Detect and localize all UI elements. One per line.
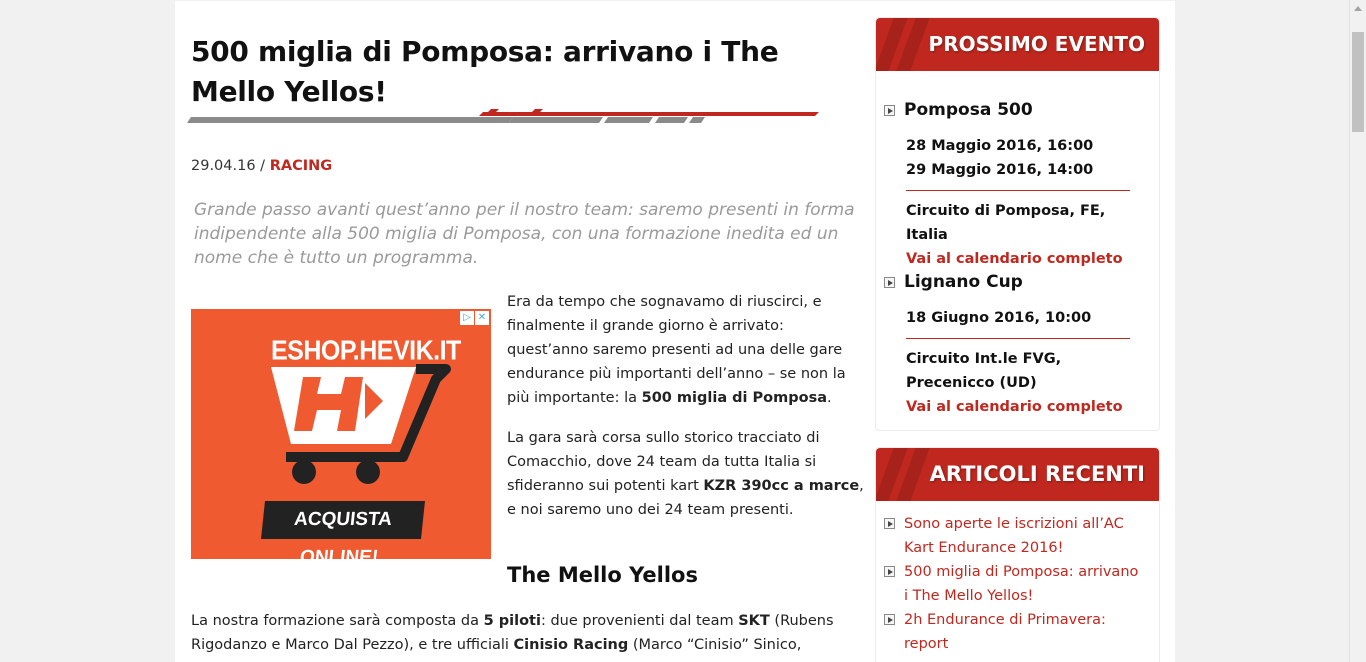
paragraph-1-end: . [827,390,832,406]
ad-cta-button[interactable]: ACQUISTA ONLINE! [261,501,425,559]
next-event-widget: PROSSIMO EVENTO Pomposa 500 28 Maggio 20… [875,17,1160,431]
paragraph-3-text-a: La nostra formazione sarà composta da [191,613,484,629]
recent-articles-list: Sono aperte le iscrizioni all’AC Kart En… [884,512,1144,656]
play-arrow-icon [884,104,895,116]
paragraph-2: La gara sarà corsa sullo storico traccia… [507,426,867,522]
paragraph-3-bold-a: 5 piloti [483,613,541,629]
recent-articles-widget: ARTICOLI RECENTI Sono aperte le iscrizio… [875,447,1160,662]
paragraph-3-text-b: : due provenienti dal team [540,613,739,629]
event-title[interactable]: Pomposa 500 [884,100,1144,120]
divider [906,190,1130,191]
recent-article-link[interactable]: 2h Endurance di Primavera: report [904,608,1139,656]
article-date: 29.04.16 [191,158,256,174]
next-event-header: PROSSIMO EVENTO [876,18,1159,71]
list-item: 2h Endurance di Primavera: report [884,608,1144,656]
paragraph-3-bold-b: SKT [738,613,770,629]
list-item: 500 miglia di Pomposa: arrivano i The Me… [884,560,1144,608]
section-heading: The Mello Yellos [507,563,698,587]
play-arrow-icon [884,276,895,288]
event-dates: 28 Maggio 2016, 16:00 29 Maggio 2016, 14… [906,134,1144,182]
scrollbar-thumb[interactable] [1352,32,1364,132]
event-name[interactable]: Lignano Cup [904,272,1023,292]
event-date: 18 Giugno 2016, 10:00 [906,310,1092,326]
event-name[interactable]: Pomposa 500 [904,100,1033,120]
list-item: Sono aperte le iscrizioni all’AC Kart En… [884,512,1144,560]
title-underline-decoration [187,109,819,123]
article-lead: Grande passo avanti quest’anno per il no… [194,200,855,268]
play-arrow-icon [884,518,895,529]
scroll-up-arrow-icon[interactable] [1354,6,1362,11]
recent-articles-title: ARTICOLI RECENTI [929,462,1145,486]
event-item: Lignano Cup 18 Giugno 2016, 10:00 Circui… [884,272,1144,419]
event-location: Circuito Int.le FVG, Precenicco (UD) [906,351,1062,391]
paragraph-3-bold-c: Cinisio Racing [513,637,629,653]
event-date: 29 Maggio 2016, 14:00 [906,162,1094,178]
event-title[interactable]: Lignano Cup [884,272,1144,292]
event-item: Pomposa 500 28 Maggio 2016, 16:00 29 Mag… [884,100,1144,271]
paragraph-2-bold: KZR 390cc a marce [703,478,860,494]
paragraph-1-bold: 500 miglia di Pomposa [641,390,828,406]
play-arrow-icon [884,614,895,625]
article-meta: 29.04.16 / RACING [191,158,332,174]
article-title: 500 miglia di Pomposa: arrivano i The Me… [191,35,779,108]
recent-article-link[interactable]: 500 miglia di Pomposa: arrivano i The Me… [904,560,1139,608]
calendar-link[interactable]: Vai al calendario completo [906,247,1144,271]
divider [906,338,1130,339]
meta-separator: / [255,158,270,174]
calendar-link[interactable]: Vai al calendario completo [906,395,1144,419]
recent-articles-header: ARTICOLI RECENTI [876,448,1159,501]
event-date: 28 Maggio 2016, 16:00 [906,138,1094,154]
paragraph-1: Era da tempo che sognavamo di riuscirci,… [507,290,867,410]
next-event-title: PROSSIMO EVENTO [928,32,1145,56]
vertical-scrollbar[interactable] [1349,0,1366,662]
paragraph-3: La nostra formazione sarà composta da 5 … [191,609,856,662]
category-link[interactable]: RACING [270,158,332,174]
page-container: 500 miglia di Pomposa: arrivano i The Me… [175,1,1175,662]
event-location: Circuito di Pomposa, FE, Italia [906,203,1106,243]
advertisement-banner[interactable]: ▷ ✕ ESHOP.HEVIK.IT ACQUISTA ONLINE! [191,309,491,559]
recent-article-link[interactable]: Sono aperte le iscrizioni all’AC Kart En… [904,512,1139,560]
play-arrow-icon [884,566,895,577]
event-dates: 18 Giugno 2016, 10:00 [906,306,1144,330]
